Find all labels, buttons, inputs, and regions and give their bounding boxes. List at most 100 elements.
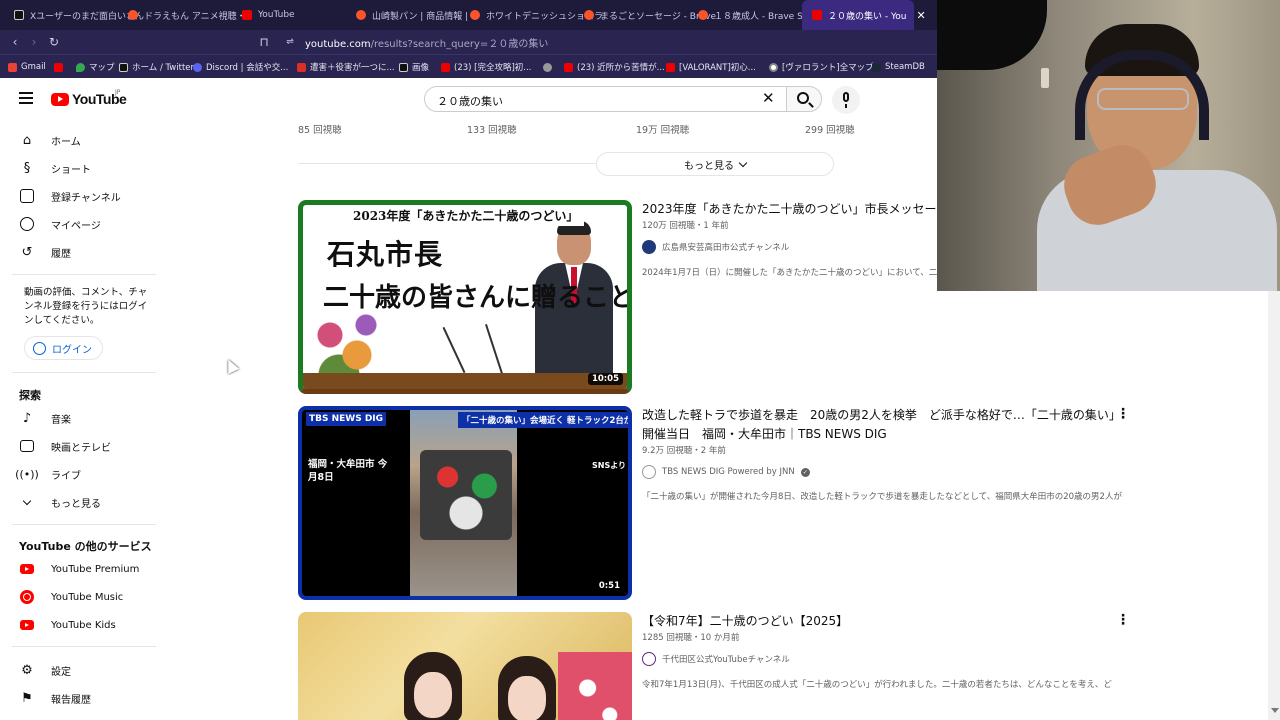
video-title[interactable]: 【令和7年】二十歳のつどい【2025】	[642, 612, 1122, 631]
video-duration: 10:05	[587, 373, 623, 385]
video-result[interactable]: TBS NEWS DIG 福岡・大牟田市 今月8日 「二十歳の集い」会場近く 軽…	[298, 406, 1280, 602]
thumbnail-panel	[302, 410, 410, 596]
menu-icon[interactable]	[19, 92, 33, 104]
url-host: youtube.com	[305, 38, 371, 50]
video-result[interactable]: 【令和7年】二十歳のつどい【2025】 ⋮ 1285 回視聴・10 か月前 千代…	[298, 612, 1280, 720]
voice-search-button[interactable]	[832, 86, 860, 114]
steam-icon	[872, 62, 881, 72]
login-button[interactable]: ログイン	[24, 336, 103, 360]
bookmark-icon	[297, 62, 306, 72]
channel-avatar	[642, 652, 656, 666]
brave-icon	[128, 10, 138, 20]
sidebar-item-label: ライブ	[51, 470, 81, 482]
sidebar-item-show-more[interactable]: もっと見る	[0, 488, 156, 516]
sidebar-item-kids[interactable]: YouTube Kids	[0, 611, 156, 639]
reload-icon[interactable]: ↻	[44, 35, 64, 49]
back-icon[interactable]: ‹	[5, 35, 25, 49]
bookmark-label: SteamDB	[885, 62, 925, 72]
scroll-down-icon[interactable]	[1271, 708, 1279, 713]
bookmark-label: マップ	[89, 63, 115, 73]
video-thumbnail[interactable]: TBS NEWS DIG 福岡・大牟田市 今月8日 「二十歳の集い」会場近く 軽…	[298, 406, 632, 600]
discord-icon	[193, 62, 202, 72]
youtube-icon	[242, 10, 252, 20]
video-thumbnail[interactable]	[298, 612, 632, 720]
sidebar-item-label: 設定	[51, 666, 71, 678]
browser-tab[interactable]: Xユーザーのまだ面白いさん	[4, 0, 144, 30]
bookmark-item[interactable]: [VALORANT]初心...	[666, 55, 756, 79]
sidebar-item-settings[interactable]: ⚙ 設定	[0, 656, 156, 684]
bookmark-item[interactable]	[543, 55, 552, 79]
bookmark-item[interactable]: [ヴァロラント]全マップ...	[769, 55, 882, 79]
sidebar-item-movies[interactable]: 映画とテレビ	[0, 432, 156, 460]
more-actions-icon[interactable]: ⋮	[1116, 407, 1130, 421]
sidebar-item-home[interactable]: ⌂ ホーム	[0, 126, 156, 154]
sidebar-item-music-app[interactable]: YouTube Music	[0, 583, 156, 611]
gmail-icon	[8, 62, 17, 72]
sidebar-item-shorts[interactable]: § ショート	[0, 154, 156, 182]
address-bar: ‹ › ↻ ⊓ ⇌ youtube.com/results?search_que…	[0, 30, 937, 54]
video-description: 2024年1月7日（日）に開催した「あきたかた二十歳のつどい」において、二十歳	[642, 268, 937, 278]
clear-icon[interactable]: ✕	[762, 90, 775, 106]
sidebar-item-label: 登録チャンネル	[51, 192, 121, 204]
close-icon[interactable]: ✕	[916, 9, 925, 22]
microphone-stand	[442, 326, 466, 374]
bookmark-item[interactable]: Discord | 会話や交...	[193, 55, 288, 79]
shorts-views-row: 85 回視聴 133 回視聴 19万 回視聴 299 回視聴	[160, 120, 937, 136]
bookmark-item[interactable]: ホーム / Twitter	[119, 55, 194, 79]
video-title[interactable]: 改造した軽トラで歩道を暴走 20歳の男2人を検挙 ど派手な格好で…「二十歳の集い…	[642, 406, 1122, 444]
sidebar-item-music[interactable]: ♪ 音楽	[0, 404, 156, 432]
url-field[interactable]: youtube.com/results?search_query=２０歳の集い	[305, 35, 548, 50]
sidebar-item-live[interactable]: ((•)) ライブ	[0, 460, 156, 488]
bookmark-label: [VALORANT]初心...	[679, 63, 756, 73]
sidebar-item-history[interactable]: ↺ 履歴	[0, 238, 156, 266]
sidebar-item-you[interactable]: マイページ	[0, 210, 156, 238]
bookmark-item[interactable]: SteamDB	[872, 55, 925, 79]
sidebar-item-subscriptions[interactable]: 登録チャンネル	[0, 182, 156, 210]
bookmark-item[interactable]: 遭害＋役害が一つに...	[297, 55, 395, 79]
youtube-icon	[441, 62, 450, 72]
bookmark-item[interactable]: (23) 近所から苦情が...	[564, 55, 665, 79]
bookmark-item[interactable]: (23) [完全攻略]初...	[441, 55, 531, 79]
channel-link[interactable]: TBS NEWS DIG Powered by JNN ✓	[642, 465, 810, 479]
bookmark-label: Discord | 会話や交...	[206, 63, 289, 73]
brave-icon	[698, 10, 708, 20]
channel-link[interactable]: 広島県安芸高田市公式チャンネル	[642, 240, 789, 254]
tbs-news-logo: TBS NEWS DIG	[306, 412, 387, 426]
forward-icon[interactable]: ›	[24, 35, 44, 49]
browser-tab[interactable]: まるごとソーセージ - Brave	[574, 0, 716, 30]
subscriptions-icon	[19, 188, 35, 204]
search-button[interactable]	[786, 86, 822, 112]
browser-tab[interactable]: ドラえもん アニメ視聴・B	[118, 0, 252, 30]
browser-tab[interactable]: 山崎製パン | 商品情報 |	[346, 0, 468, 30]
video-title[interactable]: 2023年度「あきたかた二十歳のつどい」市長メッセージ	[642, 200, 937, 219]
browser-tab-active[interactable]: ２０歳の集い - You ✕	[802, 0, 926, 30]
film-icon	[19, 438, 35, 454]
show-more-button[interactable]: もっと見る	[596, 152, 834, 176]
browser-tab[interactable]: ホワイトデニッシュショコラ	[460, 0, 603, 30]
browser-tab[interactable]: YouTube	[232, 0, 346, 30]
signin-prompt: 動画の評価、コメント、チャンネル登録を行うにはログインしてください。	[24, 287, 148, 326]
sidebar-item-label: マイページ	[51, 220, 101, 232]
sidebar-item-label: 履歴	[51, 248, 71, 260]
video-duration: 0:51	[594, 580, 624, 592]
bookmark-item[interactable]: マップ	[76, 55, 115, 79]
short-view-count: 299 回視聴	[805, 125, 855, 136]
maps-icon	[76, 62, 85, 72]
video-thumbnail[interactable]: 2023年度「あきたかた二十歳のつどい」 石丸市長 二十歳の皆さんに贈ることば …	[298, 200, 632, 394]
bookmark-icon[interactable]: ⊓	[254, 35, 274, 49]
site-info-icon[interactable]: ⇌	[280, 37, 300, 47]
page-scrollbar[interactable]	[1268, 291, 1280, 720]
search-input[interactable]: ２０歳の集い	[424, 86, 786, 112]
bookmark-item[interactable]: 画像	[399, 55, 429, 79]
sidebar-item-premium[interactable]: YouTube Premium	[0, 555, 156, 583]
browser-tab[interactable]: １８歳成人 - Brave Sea	[688, 0, 814, 30]
url-path: /results?search_query=２０歳の集い	[370, 38, 549, 50]
more-actions-icon[interactable]: ⋮	[1116, 613, 1130, 627]
short-view-count: 133 回視聴	[467, 125, 517, 136]
channel-link[interactable]: 千代田区公式YouTubeチャンネル	[642, 652, 790, 666]
x-icon	[119, 62, 128, 72]
bookmark-item[interactable]	[54, 55, 63, 79]
bookmark-item[interactable]: Gmail	[8, 55, 46, 79]
sidebar-divider	[12, 524, 156, 525]
sidebar-item-report-history[interactable]: ⚑ 報告履歴	[0, 684, 156, 712]
